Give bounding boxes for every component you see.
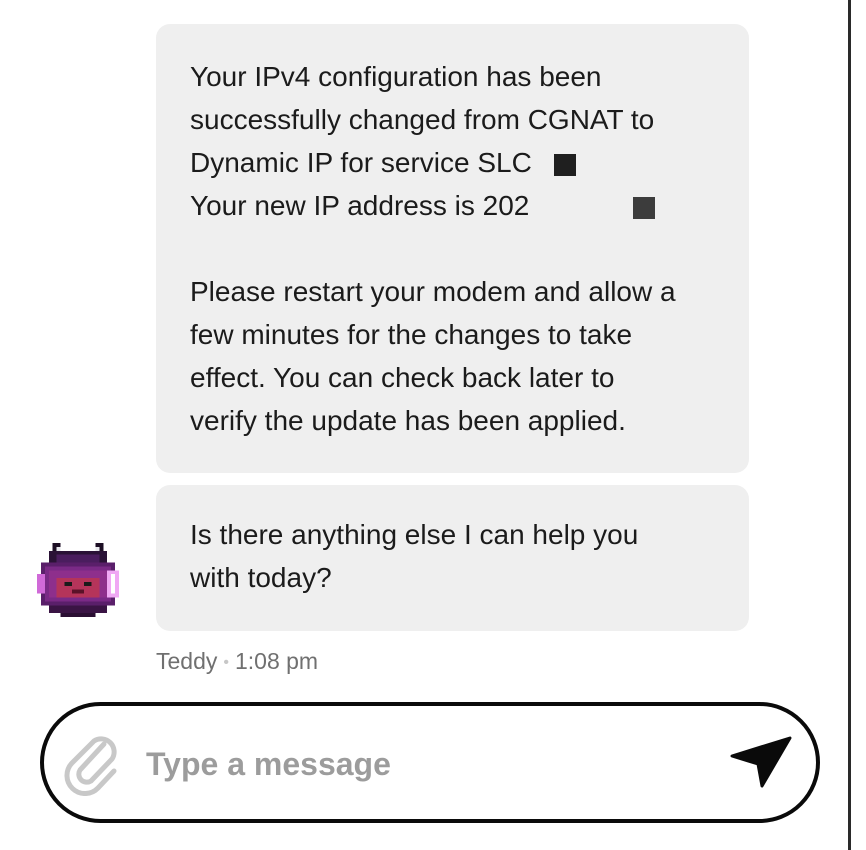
message-line: verify the update has been applied. [190, 405, 626, 436]
message-line: Dynamic IP for service SLC [190, 141, 715, 184]
message-line: successfully changed from CGNAT to [190, 104, 655, 135]
window-right-border [848, 0, 851, 850]
redaction-block [633, 196, 656, 219]
message-line: with today? [190, 562, 332, 593]
meta-separator: • [223, 653, 229, 671]
message-line: Please restart your modem and allow a [190, 276, 676, 307]
message-line: Is there anything else I can help you [190, 519, 639, 550]
message-line: effect. You can check back later to [190, 362, 615, 393]
message-input[interactable] [146, 736, 706, 792]
agent-message-bubble: Is there anything else I can help you wi… [156, 485, 749, 631]
sender-name: Teddy [156, 648, 218, 674]
message-line-text: Dynamic IP for service SLC [190, 147, 532, 178]
message-meta: Teddy • 1:08 pm [156, 648, 318, 675]
pixel-cat-avatar-icon [37, 543, 119, 617]
message-line: Your IPv4 configuration has been [190, 61, 602, 92]
redaction-block [553, 153, 576, 176]
paperclip-icon[interactable] [60, 730, 126, 796]
agent-message-bubble: Your IPv4 configuration has been success… [156, 24, 749, 473]
send-arrow-icon[interactable] [726, 730, 796, 790]
message-line: few minutes for the changes to take [190, 319, 633, 350]
message-line-text: Your new IP address is 202 [190, 190, 530, 221]
message-line: Your new IP address is 202 [190, 184, 715, 227]
message-timestamp: 1:08 pm [234, 648, 319, 674]
